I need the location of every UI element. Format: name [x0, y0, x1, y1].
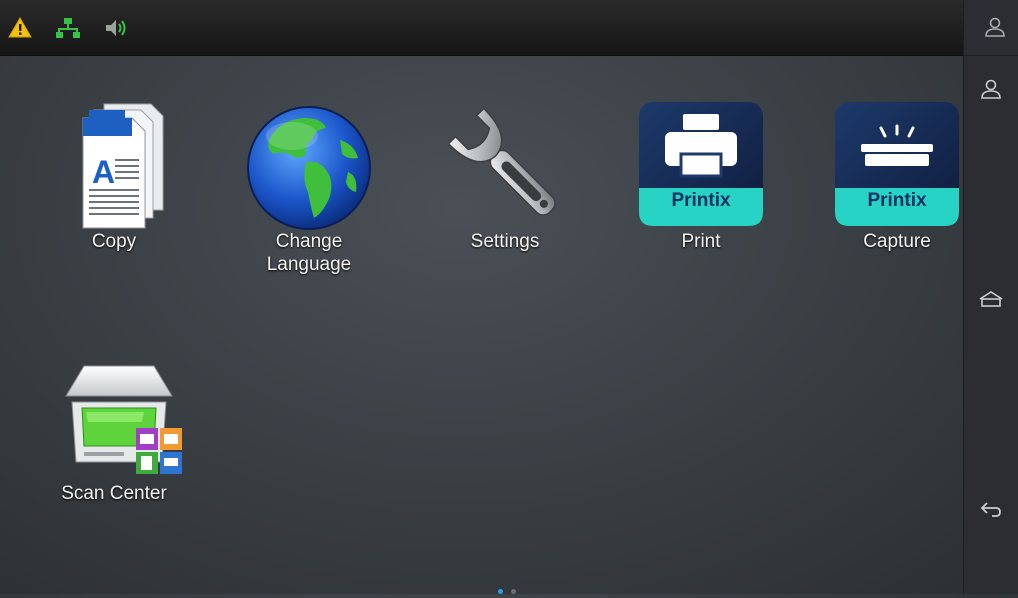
side-nav-bar	[963, 0, 1018, 594]
printix-badge: Printix	[867, 190, 927, 211]
home-icon[interactable]	[978, 290, 1004, 312]
scanner-icon	[65, 365, 182, 474]
wrench-icon	[447, 107, 556, 216]
app-change-language[interactable]: Change Language	[214, 100, 404, 276]
app-print[interactable]: Printix Print	[606, 100, 796, 253]
page-indicator	[498, 579, 519, 598]
user-icon[interactable]	[984, 17, 1006, 41]
svg-text:A: A	[92, 154, 115, 190]
app-label: Scan Center	[61, 483, 167, 504]
page-dot-active[interactable]	[498, 589, 503, 594]
back-icon[interactable]	[979, 500, 1003, 522]
side-nav-separator	[964, 55, 1018, 56]
app-capture[interactable]: Printix Capture	[802, 100, 992, 253]
app-label: Settings	[470, 231, 540, 252]
app-scan-center[interactable]: Scan Center	[19, 352, 209, 505]
app-label: Capture	[863, 231, 931, 252]
page-dot[interactable]	[511, 589, 517, 594]
network-icon[interactable]	[56, 17, 80, 43]
app-copy[interactable]: A Copy	[19, 100, 209, 253]
copy-document-icon: A	[82, 103, 164, 229]
app-label: Print	[681, 231, 721, 252]
speaker-icon[interactable]	[104, 18, 128, 42]
warning-icon[interactable]	[8, 17, 32, 42]
app-label: Copy	[91, 231, 137, 252]
printix-badge: Printix	[671, 190, 731, 211]
app-settings[interactable]: Settings	[410, 100, 600, 253]
status-bar	[0, 0, 964, 56]
globe-icon	[247, 106, 371, 230]
app-label: Change Language	[266, 231, 352, 275]
